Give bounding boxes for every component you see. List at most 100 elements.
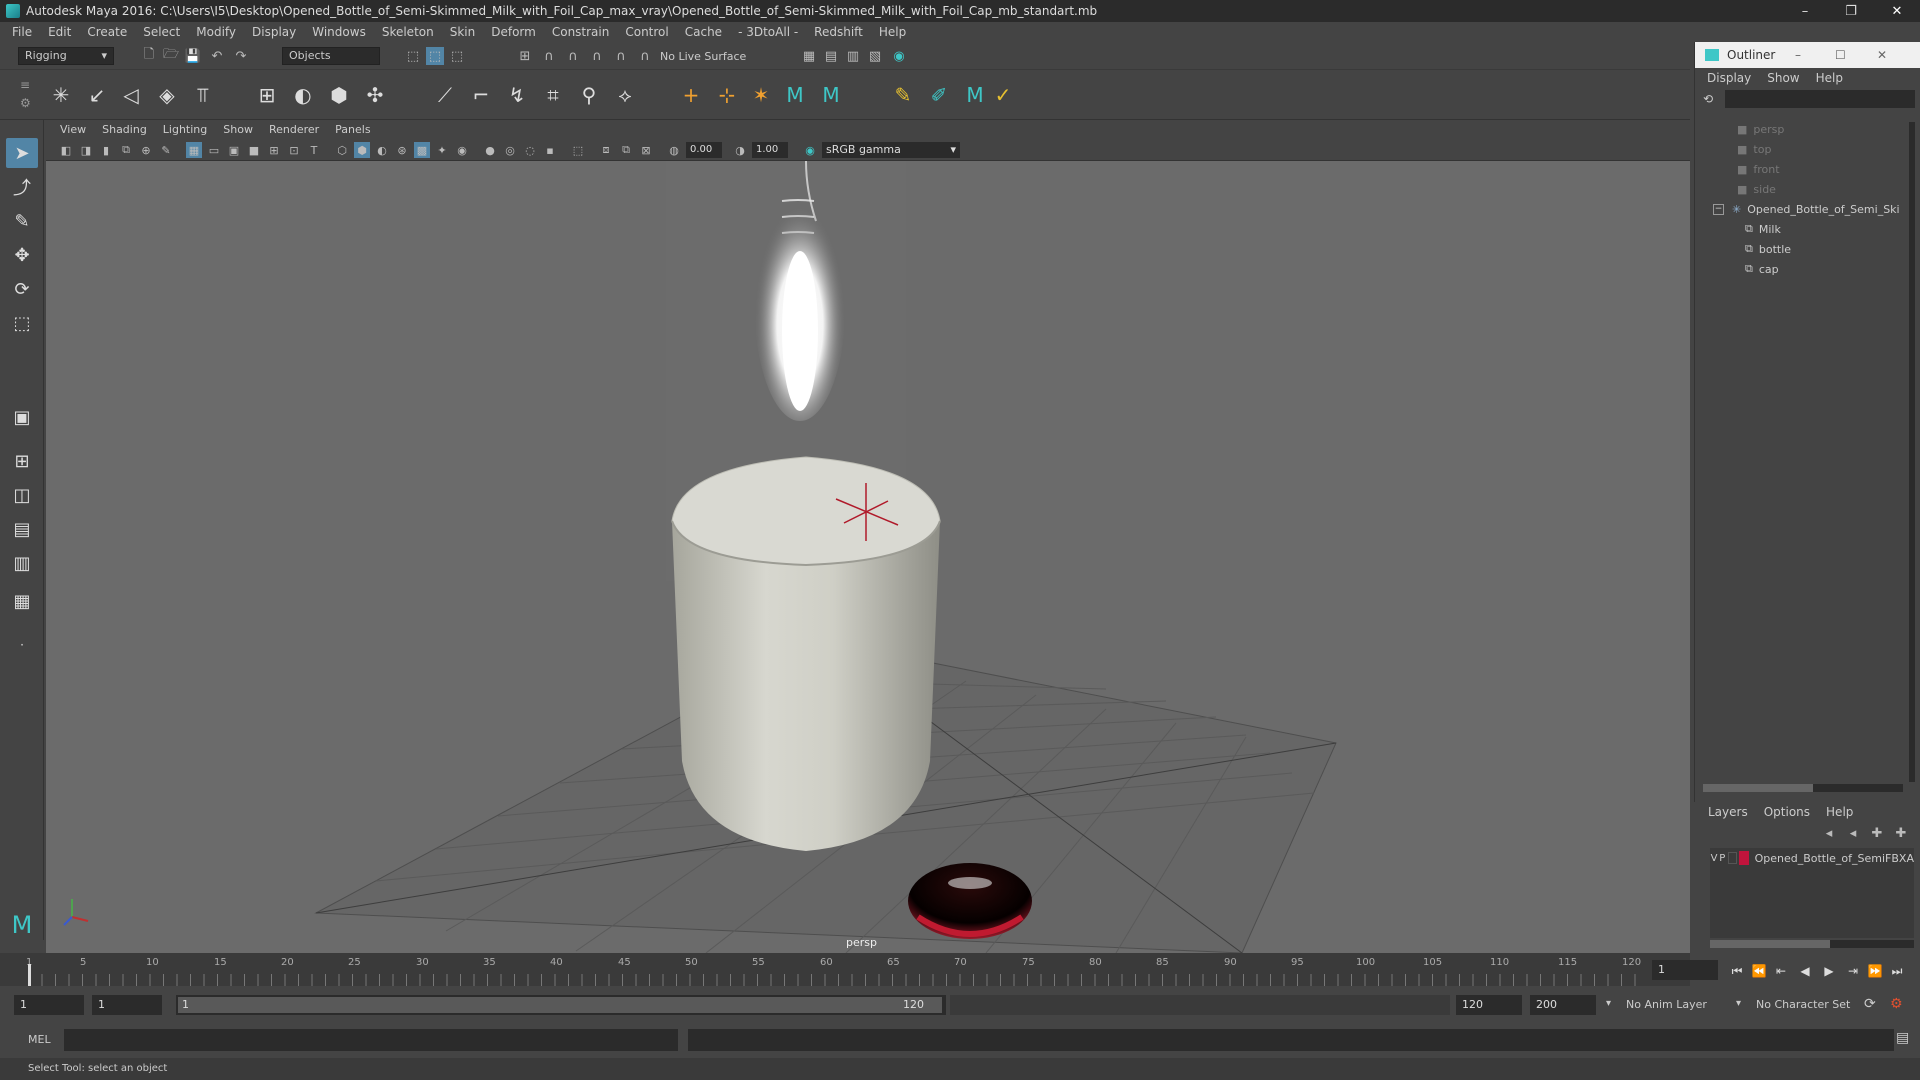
menu-windows[interactable]: Windows <box>304 25 374 39</box>
chevron-down-icon[interactable]: ▾ <box>1606 998 1611 1009</box>
wireframe-on-shaded-icon[interactable]: ⊛ <box>394 142 410 158</box>
cluster-handle-icon[interactable]: ⊹ <box>714 82 740 108</box>
maya-m-icon-1[interactable]: M <box>782 82 808 108</box>
select-tool-icon[interactable]: ➤ <box>6 138 38 168</box>
script-language-label[interactable]: MEL <box>28 1033 51 1046</box>
two-view-icon[interactable]: ◫ <box>6 480 38 510</box>
tree-item-milk[interactable]: ⧉ Milk <box>1745 220 1781 238</box>
resolution-gate-icon[interactable]: ▣ <box>226 142 242 158</box>
depth-of-field-icon[interactable]: ▪ <box>542 142 558 158</box>
anti-aliasing-icon[interactable]: ◌ <box>522 142 538 158</box>
rotate-tool-icon[interactable]: ⟳ <box>6 274 38 304</box>
xray-icon[interactable]: ⧈ <box>598 142 614 158</box>
tree-item-group[interactable]: − ✳ Opened_Bottle_of_Semi_Ski <box>1713 200 1900 218</box>
maya-m-icon-3[interactable]: M <box>962 82 988 108</box>
hik-skeleton-icon[interactable]: ✶ <box>748 82 774 108</box>
paint-weights-icon[interactable]: ◐ <box>290 82 316 108</box>
shelf-menu-icon[interactable]: ≡ <box>20 78 30 92</box>
minimize-button[interactable]: – <box>1782 0 1828 22</box>
range-slider-track[interactable]: 1 120 <box>176 995 946 1015</box>
snap-surface-icon[interactable]: ∩ <box>636 47 654 65</box>
vp-menu-lighting[interactable]: Lighting <box>155 123 215 136</box>
save-scene-icon[interactable]: 💾 <box>184 47 202 65</box>
isolate-select-icon[interactable]: ⬚ <box>570 142 586 158</box>
tree-item-persp[interactable]: ■ persp <box>1737 120 1784 138</box>
ipr-render-icon[interactable]: ▥ <box>844 47 862 65</box>
check-icon[interactable]: ✓ <box>990 82 1016 108</box>
camera-select-icon[interactable]: ◧ <box>58 142 74 158</box>
grid-toggle-icon[interactable]: ▦ <box>186 142 202 158</box>
timeline-ruler[interactable]: 1 5 10 15 20 25 30 35 40 45 50 55 60 65 … <box>26 953 1648 986</box>
menu-help[interactable]: Help <box>871 25 914 39</box>
hypershade-icon[interactable]: ◉ <box>890 47 908 65</box>
outliner-search-input[interactable] <box>1725 90 1915 108</box>
tree-item-cap[interactable]: ⧉ cap <box>1745 260 1779 278</box>
current-frame-field[interactable]: 1 <box>1652 960 1718 980</box>
four-view-icon[interactable]: ⊞ <box>6 446 38 476</box>
menu-skin[interactable]: Skin <box>442 25 484 39</box>
persp-outliner-icon[interactable]: ▤ <box>6 514 38 544</box>
bind-skin-icon[interactable]: ⊞ <box>254 82 280 108</box>
menu-deform[interactable]: Deform <box>483 25 544 39</box>
lights-icon[interactable]: ✦ <box>434 142 450 158</box>
outliner-h-scrollbar[interactable] <box>1703 784 1903 792</box>
paint-select-icon[interactable]: ✎ <box>6 206 38 236</box>
menu-3dtoall[interactable]: - 3DtoAll - <box>730 25 806 39</box>
vp-menu-shading[interactable]: Shading <box>94 123 155 136</box>
filter-icon[interactable]: ⟲ <box>1703 92 1713 106</box>
vp-menu-show[interactable]: Show <box>215 123 261 136</box>
step-forward-icon[interactable]: ⏩ <box>1866 962 1884 980</box>
step-forward-key-icon[interactable]: ⇥ <box>1844 962 1862 980</box>
layer-visibility-toggle[interactable]: V <box>1710 853 1718 864</box>
outliner-menu-display[interactable]: Display <box>1699 71 1759 85</box>
render-view-icon[interactable]: ▦ <box>800 47 818 65</box>
menu-display[interactable]: Display <box>244 25 304 39</box>
chevron-down-icon[interactable]: ▾ <box>1736 998 1741 1009</box>
hypershade-layout-icon[interactable]: ▦ <box>6 586 38 616</box>
lasso-tool-icon[interactable]: ⤴ <box>6 172 38 202</box>
outliner-close-icon[interactable]: ✕ <box>1877 48 1887 62</box>
xray-components-icon[interactable]: ⊠ <box>638 142 654 158</box>
textured-icon[interactable]: ▩ <box>414 142 430 158</box>
go-to-start-icon[interactable]: ⏮ <box>1728 962 1746 980</box>
persp-graph-icon[interactable]: ▥ <box>6 548 38 578</box>
exposure-field[interactable]: 0.00 <box>686 142 722 158</box>
menu-control[interactable]: Control <box>617 25 676 39</box>
brush-yellow-icon[interactable]: ✎ <box>890 82 916 108</box>
undo-icon[interactable]: ↶ <box>208 47 226 65</box>
collapse-icon[interactable]: − <box>1713 203 1724 215</box>
motion-blur-icon[interactable]: ◎ <box>502 142 518 158</box>
play-backwards-icon[interactable]: ◀ <box>1796 962 1814 980</box>
select-object-icon[interactable]: ⬚ <box>426 47 444 65</box>
snap-view-plane-icon[interactable]: ∩ <box>588 47 606 65</box>
vp-menu-renderer[interactable]: Renderer <box>261 123 327 136</box>
selection-mode-dropdown[interactable]: Objects <box>282 47 380 65</box>
snap-curve-icon[interactable]: ∩ <box>540 47 558 65</box>
joint-tool-icon[interactable]: ✳ <box>48 82 74 108</box>
select-component-icon[interactable]: ⬚ <box>448 47 466 65</box>
safe-title-icon[interactable]: T <box>306 142 322 158</box>
outliner-v-scrollbar[interactable] <box>1909 122 1915 782</box>
menu-modify[interactable]: Modify <box>188 25 244 39</box>
orient-constraint-icon[interactable]: ↯ <box>504 82 530 108</box>
menu-create[interactable]: Create <box>79 25 135 39</box>
safe-action-icon[interactable]: ⊡ <box>286 142 302 158</box>
shelf-settings-icon[interactable]: ⚙ <box>20 96 31 110</box>
custom-layout-icon[interactable]: · <box>6 630 38 660</box>
gate-mask-icon[interactable]: ■ <box>246 142 262 158</box>
snap-grid-icon[interactable]: ⊞ <box>516 47 534 65</box>
parent-constraint-icon[interactable]: ⚲ <box>576 82 602 108</box>
step-back-key-icon[interactable]: ⇤ <box>1772 962 1790 980</box>
anim-layer-label[interactable]: No Anim Layer <box>1626 998 1707 1011</box>
playback-start-field[interactable]: 1 <box>92 995 162 1015</box>
vp-menu-panels[interactable]: Panels <box>327 123 378 136</box>
close-button[interactable]: ✕ <box>1874 0 1920 22</box>
field-chart-icon[interactable]: ⊞ <box>266 142 282 158</box>
viewport-persp[interactable]: View Shading Lighting Show Renderer Pane… <box>46 120 1690 953</box>
layer-playback-toggle[interactable]: P <box>1718 853 1726 864</box>
insert-joint-icon[interactable]: ◈ <box>154 82 180 108</box>
select-hierarchy-icon[interactable]: ⬚ <box>404 47 422 65</box>
film-gate-icon[interactable]: ▭ <box>206 142 222 158</box>
menu-file[interactable]: File <box>4 25 40 39</box>
mirror-joint-icon[interactable]: ⫪ <box>190 82 216 108</box>
